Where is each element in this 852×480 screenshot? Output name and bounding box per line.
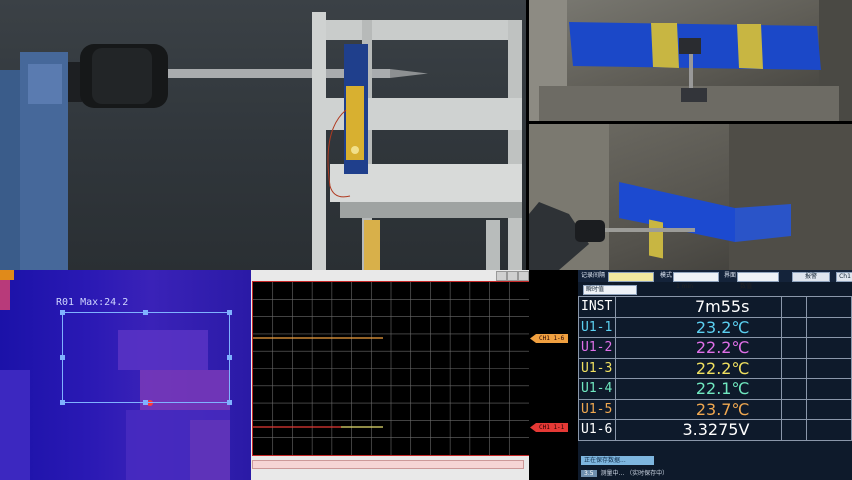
empty-cell [806, 337, 852, 359]
channel-label: U1-6 [578, 419, 616, 441]
mode-select[interactable]: 1 min [673, 272, 719, 290]
table-row: U1-4 22.1℃ [578, 378, 852, 400]
channel-value: 23.2℃ [614, 316, 783, 338]
close-button[interactable] [518, 271, 529, 281]
saving-status: 正在保存数据... [581, 456, 654, 465]
thermal-camera-view: R01 Max:24.2 [0, 270, 251, 480]
ratio-badge: 3.5 [581, 470, 597, 477]
channel-value: 22.2℃ [614, 357, 783, 379]
empty-cell [781, 337, 808, 359]
waveform-grid [253, 282, 529, 455]
channel-value: 3.3275V [614, 419, 783, 441]
interval-label: 记录间隔 [581, 272, 606, 279]
empty-cell [806, 419, 852, 441]
channel-label: U1-1 [578, 316, 616, 338]
empty-cell [806, 378, 852, 400]
camera-view-side [529, 124, 852, 270]
test-rig-scene [0, 12, 522, 270]
empty-cell [806, 398, 852, 420]
alarm-button[interactable]: 报警 [792, 272, 830, 282]
measuring-text: 测量中... （实时保存中） [600, 470, 669, 477]
minimize-button[interactable] [496, 271, 507, 281]
display-select[interactable]: 数值 [737, 272, 779, 290]
table-row: U1-5 23.7℃ [578, 398, 852, 420]
channel-label: U1-3 [578, 357, 616, 379]
channel-label: U1-5 [578, 398, 616, 420]
display-label: 界面 [724, 272, 737, 279]
empty-cell [781, 398, 808, 420]
roi-selection-box[interactable] [60, 310, 232, 405]
logger-toolbar: 记录间隔 1 s 模式 1 min 界面 数值 报警 Ch1 [578, 270, 852, 290]
empty-cell [806, 357, 852, 379]
channel-tag-1-1[interactable]: CH1 1-1 [530, 423, 569, 432]
empty-cell [781, 296, 808, 318]
measurement-table: INST 7m55s U1-1 23.2℃ U1-2 22.2℃ U1-3 22.2℃ U1-4… [578, 296, 852, 441]
roi-max-label: R01 Max:24.2 [56, 297, 129, 308]
channel-label: U1-2 [578, 337, 616, 359]
camera-view-main [0, 0, 526, 270]
channel-button[interactable]: Ch1 [836, 272, 852, 282]
channel-label: U1-4 [578, 378, 616, 400]
measuring-status: 3.5 测量中... （实时保存中） [581, 468, 668, 477]
interval-select[interactable]: 1 s [608, 272, 654, 290]
channel-value: 23.7℃ [614, 398, 783, 420]
channel-value: 22.1℃ [614, 378, 783, 400]
empty-cell [781, 419, 808, 441]
specimen-side-view [529, 124, 852, 270]
value-type-select[interactable]: 瞬时值 [583, 285, 637, 295]
empty-cell [806, 296, 852, 318]
camera-view-top-right [529, 0, 852, 121]
channel-label: INST [578, 296, 616, 318]
empty-cell [781, 357, 808, 379]
empty-cell [781, 378, 808, 400]
table-row: U1-3 22.2℃ [578, 357, 852, 379]
table-row: U1-1 23.2℃ [578, 316, 852, 338]
specimen-top-view [529, 0, 852, 121]
table-row: U1-6 3.3275V [578, 419, 852, 441]
waveform-plot [252, 281, 529, 456]
data-logger-panel: 记录间隔 1 s 模式 1 min 界面 数值 报警 Ch1 瞬时值 INST7… [578, 270, 852, 480]
channel-value: 22.2℃ [614, 337, 783, 359]
table-row: INST 7m55s [578, 296, 852, 318]
waveform-panel [251, 270, 529, 480]
empty-cell [806, 316, 852, 338]
channel-value: 7m55s [614, 296, 783, 318]
empty-cell [781, 316, 808, 338]
time-scrollbar[interactable] [252, 460, 524, 469]
table-row: U1-2 22.2℃ [578, 337, 852, 359]
maximize-button[interactable] [507, 271, 518, 281]
mode-label: 模式 [660, 272, 673, 279]
channel-tag-1-6[interactable]: CH1 1-6 [530, 334, 569, 343]
